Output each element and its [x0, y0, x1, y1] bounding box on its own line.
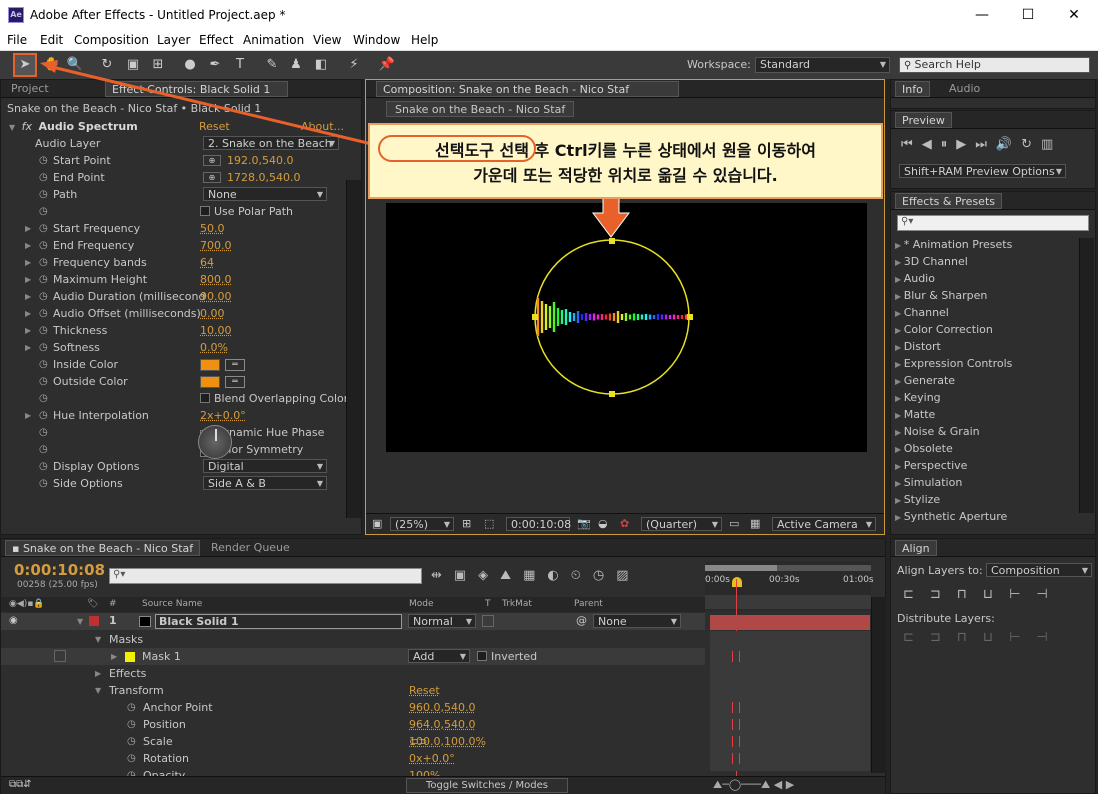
down-arrow-icon — [592, 195, 630, 238]
annotation-overlay — [40, 60, 630, 238]
callout-line2: 가운데 또는 적당한 위치로 옮길 수 있습니다. — [473, 166, 778, 185]
callout-arrow-line — [47, 64, 381, 148]
callout-arrowhead-icon — [40, 60, 58, 73]
callout-highlight — [378, 135, 536, 162]
